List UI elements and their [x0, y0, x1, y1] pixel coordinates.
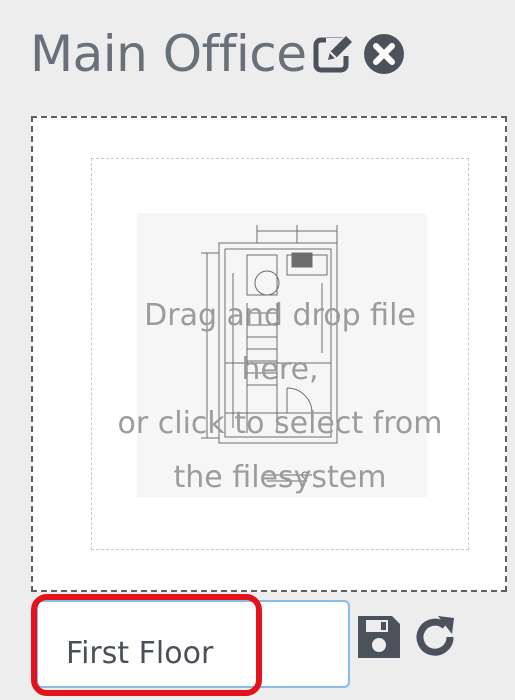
remove-circle-icon[interactable] — [362, 32, 406, 76]
refresh-icon[interactable] — [412, 614, 458, 660]
page-title: Main Office — [30, 25, 307, 83]
edit-icon[interactable] — [312, 32, 356, 76]
floor-header: Main Office — [30, 14, 406, 94]
dropzone-instructions: Drag and drop file here, or click to sel… — [92, 289, 468, 505]
dropzone-line-2: or click to select from — [117, 406, 443, 441]
file-dropzone[interactable]: Drag and drop file here, or click to sel… — [31, 116, 507, 592]
floor-name-input[interactable] — [36, 600, 350, 688]
dropzone-line-3: the filesystem — [173, 460, 387, 495]
save-icon[interactable] — [356, 614, 402, 660]
dropzone-line-1: Drag and drop file here, — [144, 298, 416, 387]
floor-name-row — [36, 598, 350, 690]
dropzone-inner-area[interactable]: Drag and drop file here, or click to sel… — [91, 158, 469, 550]
